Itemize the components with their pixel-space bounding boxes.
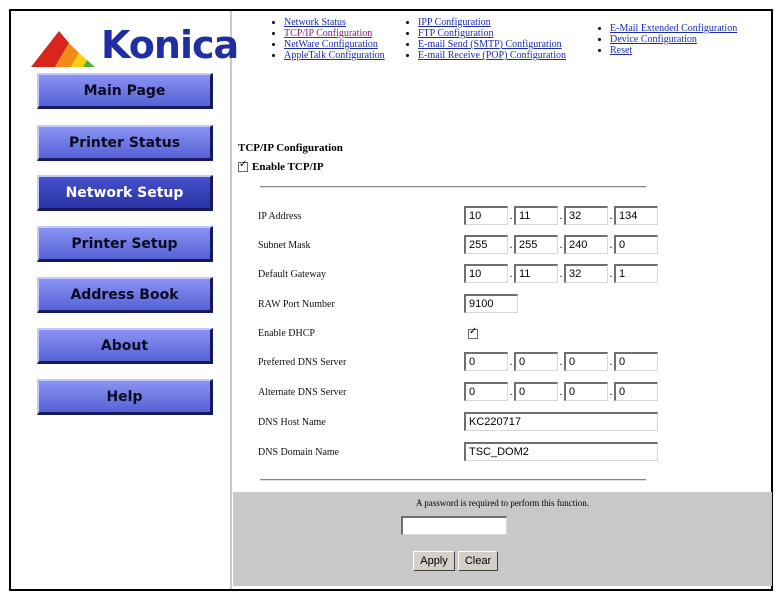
dns-host-name-input[interactable]: KC220717 xyxy=(464,412,658,431)
ip-address-octet-2[interactable]: 11 xyxy=(514,206,558,225)
main-content: Network Status TCP/IP Configuration NetW… xyxy=(232,11,772,589)
section-title: TCP/IP Configuration xyxy=(238,142,343,154)
preferred-dns-fields: 0. 0. 0. 0 xyxy=(464,352,658,371)
raw-port-input[interactable]: 9100 xyxy=(464,294,518,313)
divider xyxy=(260,186,646,188)
nav-main-page-button[interactable]: Main Page xyxy=(37,73,213,109)
password-panel: A password is required to perform this f… xyxy=(233,492,772,586)
ip-address-fields: 10. 11. 32. 134 xyxy=(464,206,658,225)
password-prompt: A password is required to perform this f… xyxy=(416,498,589,508)
nav-network-setup-button[interactable]: Network Setup xyxy=(37,175,213,211)
subnet-mask-fields: 255. 255. 240. 0 xyxy=(464,235,658,254)
subnet-mask-octet-3[interactable]: 240 xyxy=(564,235,608,254)
enable-tcpip-label: Enable TCP/IP xyxy=(252,161,324,173)
link-item: Reset xyxy=(610,45,737,56)
default-gateway-octet-2[interactable]: 11 xyxy=(514,264,558,283)
link-reset[interactable]: Reset xyxy=(610,45,632,56)
apply-button[interactable]: Apply xyxy=(413,551,455,571)
link-email-extended-configuration[interactable]: E-Mail Extended Configuration xyxy=(610,23,737,34)
link-column-1: Network Status TCP/IP Configuration NetW… xyxy=(270,17,385,61)
link-column-2: IPP Configuration FTP Configuration E-ma… xyxy=(404,17,566,61)
enable-tcpip-row: Enable TCP/IP xyxy=(238,159,324,173)
alternate-dns-label: Alternate DNS Server xyxy=(258,387,347,398)
ip-address-octet-3[interactable]: 32 xyxy=(564,206,608,225)
sidebar: Konica Main Page Printer Status Network … xyxy=(11,11,239,589)
link-item: FTP Configuration xyxy=(418,28,566,39)
preferred-dns-octet-4[interactable]: 0 xyxy=(614,352,658,371)
default-gateway-octet-3[interactable]: 32 xyxy=(564,264,608,283)
link-network-status[interactable]: Network Status xyxy=(284,17,346,28)
ip-address-octet-4[interactable]: 134 xyxy=(614,206,658,225)
default-gateway-octet-1[interactable]: 10 xyxy=(464,264,508,283)
alternate-dns-octet-2[interactable]: 0 xyxy=(514,382,558,401)
link-item: TCP/IP Configuration xyxy=(284,28,385,39)
dns-domain-name-label: DNS Domain Name xyxy=(258,447,340,458)
dns-domain-name-input[interactable]: TSC_DOM2 xyxy=(464,442,658,461)
clear-button[interactable]: Clear xyxy=(458,551,498,571)
browser-frame: Konica Main Page Printer Status Network … xyxy=(9,9,773,591)
link-item: Network Status xyxy=(284,17,385,28)
enable-tcpip-checkbox[interactable] xyxy=(238,159,248,172)
nav-printer-setup-button[interactable]: Printer Setup xyxy=(37,226,213,262)
brand-name: Konica xyxy=(101,23,239,67)
link-device-configuration[interactable]: Device Configuration xyxy=(610,34,697,45)
nav-printer-status-button[interactable]: Printer Status xyxy=(37,125,213,161)
link-item: NetWare Configuration xyxy=(284,39,385,50)
konica-logo: Konica xyxy=(29,23,239,73)
link-tcpip-configuration[interactable]: TCP/IP Configuration xyxy=(284,28,372,39)
subnet-mask-octet-1[interactable]: 255 xyxy=(464,235,508,254)
link-item: E-mail Receive (POP) Configuration xyxy=(418,50,566,61)
link-item: AppleTalk Configuration xyxy=(284,50,385,61)
preferred-dns-octet-2[interactable]: 0 xyxy=(514,352,558,371)
link-netware-configuration[interactable]: NetWare Configuration xyxy=(284,39,378,50)
default-gateway-label: Default Gateway xyxy=(258,269,327,280)
subnet-mask-octet-2[interactable]: 255 xyxy=(514,235,558,254)
link-smtp-configuration[interactable]: E-mail Send (SMTP) Configuration xyxy=(418,39,562,50)
default-gateway-octet-4[interactable]: 1 xyxy=(614,264,658,283)
link-column-3: E-Mail Extended Configuration Device Con… xyxy=(596,23,737,56)
divider xyxy=(260,479,646,481)
alternate-dns-octet-4[interactable]: 0 xyxy=(614,382,658,401)
link-item: E-Mail Extended Configuration xyxy=(610,23,737,34)
default-gateway-fields: 10. 11. 32. 1 xyxy=(464,264,658,283)
nav-address-book-button[interactable]: Address Book xyxy=(37,277,213,313)
link-pop-configuration[interactable]: E-mail Receive (POP) Configuration xyxy=(418,50,566,61)
link-item: Device Configuration xyxy=(610,34,737,45)
dns-host-name-label: DNS Host Name xyxy=(258,417,326,428)
nav-help-button[interactable]: Help xyxy=(37,379,213,415)
raw-port-label: RAW Port Number xyxy=(258,299,335,310)
subnet-mask-octet-4[interactable]: 0 xyxy=(614,235,658,254)
preferred-dns-octet-3[interactable]: 0 xyxy=(564,352,608,371)
enable-dhcp-label: Enable DHCP xyxy=(258,328,315,339)
link-item: IPP Configuration xyxy=(418,17,566,28)
alternate-dns-fields: 0. 0. 0. 0 xyxy=(464,382,658,401)
subnet-mask-label: Subnet Mask xyxy=(258,240,311,251)
nav-about-button[interactable]: About xyxy=(37,328,213,364)
link-item: E-mail Send (SMTP) Configuration xyxy=(418,39,566,50)
link-appletalk-configuration[interactable]: AppleTalk Configuration xyxy=(284,50,385,61)
alternate-dns-octet-3[interactable]: 0 xyxy=(564,382,608,401)
password-input[interactable] xyxy=(401,516,507,535)
ip-address-octet-1[interactable]: 10 xyxy=(464,206,508,225)
konica-rainbow-icon xyxy=(31,31,95,67)
ip-address-label: IP Address xyxy=(258,211,302,222)
link-ftp-configuration[interactable]: FTP Configuration xyxy=(418,28,493,39)
alternate-dns-octet-1[interactable]: 0 xyxy=(464,382,508,401)
preferred-dns-label: Preferred DNS Server xyxy=(258,357,347,368)
enable-dhcp-checkbox[interactable] xyxy=(468,326,478,339)
link-ipp-configuration[interactable]: IPP Configuration xyxy=(418,17,491,28)
preferred-dns-octet-1[interactable]: 0 xyxy=(464,352,508,371)
